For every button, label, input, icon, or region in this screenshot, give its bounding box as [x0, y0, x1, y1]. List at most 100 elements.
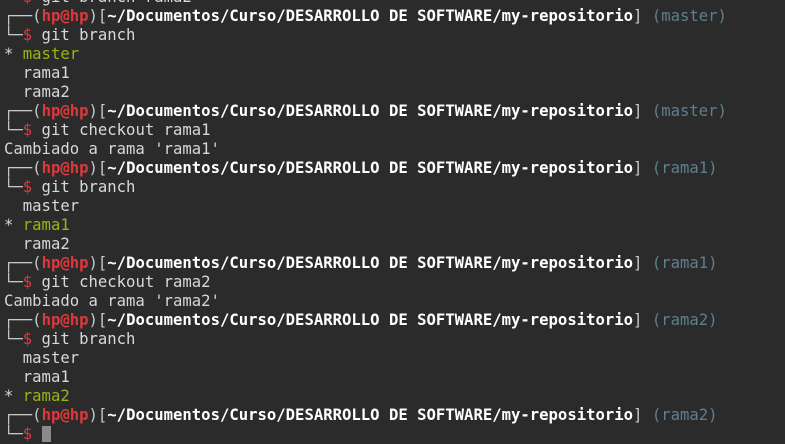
- current-branch-name: master: [22, 45, 80, 63]
- prompt-header-line: ┌──(hp@hp)[~/Documentos/Curso/DESARROLLO…: [4, 311, 785, 330]
- command-text: git branch rama2: [32, 0, 192, 6]
- prompt-bracket-open: )[: [88, 159, 108, 177]
- prompt-path: ~/Documentos/Curso/DESARROLLO DE SOFTWAR…: [107, 159, 634, 177]
- prompt-host: hp: [69, 406, 89, 424]
- prompt-user: hp: [41, 7, 61, 25]
- prompt-at: @: [60, 406, 70, 424]
- prompt-at: @: [60, 159, 70, 177]
- prompt-bracket-close: ]: [633, 311, 643, 329]
- prompt-symbol: $: [22, 425, 33, 443]
- output-line: master: [4, 197, 785, 216]
- prompt-path: ~/Documentos/Curso/DESARROLLO DE SOFTWAR…: [107, 7, 634, 25]
- prompt-path: ~/Documentos/Curso/DESARROLLO DE SOFTWAR…: [107, 102, 634, 120]
- prompt-user: hp: [41, 406, 61, 424]
- current-branch-marker: *: [4, 387, 23, 405]
- command-text: git branch: [32, 26, 136, 44]
- prompt-bracket-open: )[: [88, 311, 108, 329]
- prompt-git-branch: (master): [651, 7, 727, 25]
- branch-list-item-current: * rama2: [4, 387, 785, 406]
- prompt-tree-bottom: └─: [4, 121, 23, 139]
- prompt-at: @: [60, 7, 70, 25]
- current-branch-marker: *: [4, 216, 23, 234]
- prompt-host: hp: [69, 102, 89, 120]
- output-text: master: [4, 197, 80, 215]
- command-line: └─$ git checkout rama2: [4, 273, 785, 292]
- prompt-tree-bottom: └─: [4, 0, 23, 6]
- prompt-git-branch: (rama2): [651, 406, 718, 424]
- prompt-tree-bottom: └─: [4, 273, 23, 291]
- output-line: rama2: [4, 235, 785, 254]
- output-text: rama2: [4, 235, 70, 253]
- prompt-at: @: [60, 254, 70, 272]
- current-branch-name: rama2: [22, 387, 70, 405]
- output-line: rama2: [4, 83, 785, 102]
- prompt-tree-bottom: └─: [4, 26, 23, 44]
- prompt-bracket-open: )[: [88, 254, 108, 272]
- prompt-tree-bottom: └─: [4, 330, 23, 348]
- command-line: └─$ git branch rama2: [4, 0, 785, 7]
- prompt-git-branch: (rama1): [651, 254, 718, 272]
- prompt-path: ~/Documentos/Curso/DESARROLLO DE SOFTWAR…: [107, 311, 634, 329]
- prompt-tree-bottom: └─: [4, 178, 23, 196]
- command-text: git branch: [32, 178, 136, 196]
- output-line: Cambiado a rama 'rama1': [4, 140, 785, 159]
- prompt-user: hp: [41, 159, 61, 177]
- branch-list-item-current: * master: [4, 45, 785, 64]
- prompt-user: hp: [41, 311, 61, 329]
- output-line: Cambiado a rama 'rama2': [4, 292, 785, 311]
- prompt-input-line: └─$: [4, 425, 785, 444]
- prompt-path: ~/Documentos/Curso/DESARROLLO DE SOFTWAR…: [107, 406, 634, 424]
- prompt-symbol: $: [22, 330, 33, 348]
- prompt-tree-top: ┌──(: [4, 7, 42, 25]
- prompt-tree-top: ┌──(: [4, 102, 42, 120]
- prompt-git-branch: (rama2): [651, 311, 718, 329]
- prompt-symbol: $: [22, 273, 33, 291]
- prompt-tree-top: ┌──(: [4, 406, 42, 424]
- prompt-bracket-open: )[: [88, 406, 108, 424]
- prompt-header-line: ┌──(hp@hp)[~/Documentos/Curso/DESARROLLO…: [4, 159, 785, 178]
- output-text: Cambiado a rama 'rama1': [4, 140, 220, 158]
- prompt-host: hp: [69, 7, 89, 25]
- command-line: └─$ git checkout rama1: [4, 121, 785, 140]
- prompt-user: hp: [41, 102, 61, 120]
- output-text: rama1: [4, 368, 70, 386]
- prompt-symbol: $: [22, 26, 33, 44]
- prompt-bracket-close: ]: [633, 254, 643, 272]
- prompt-header-line: ┌──(hp@hp)[~/Documentos/Curso/DESARROLLO…: [4, 102, 785, 121]
- prompt-tree-top: ┌──(: [4, 254, 42, 272]
- command-line: └─$ git branch: [4, 178, 785, 197]
- prompt-git-branch: (rama1): [651, 159, 718, 177]
- command-text: git branch: [32, 330, 136, 348]
- prompt-at: @: [60, 311, 70, 329]
- command-text: git checkout rama2: [32, 273, 211, 291]
- prompt-tree-bottom: └─: [4, 425, 23, 443]
- branch-list-item-current: * rama1: [4, 216, 785, 235]
- prompt-symbol: $: [22, 121, 33, 139]
- output-line: rama1: [4, 368, 785, 387]
- cursor[interactable]: [41, 426, 51, 442]
- output-line: rama1: [4, 64, 785, 83]
- current-branch-marker: *: [4, 45, 23, 63]
- output-text: rama2: [4, 83, 70, 101]
- input-spacer[interactable]: [32, 425, 41, 443]
- prompt-symbol: $: [23, 0, 32, 6]
- terminal-output[interactable]: └─$ git branch rama2┌──(hp@hp)[~/Documen…: [4, 0, 785, 444]
- prompt-host: hp: [69, 311, 89, 329]
- prompt-host: hp: [69, 254, 89, 272]
- prompt-git-branch: (master): [651, 102, 727, 120]
- command-text: git checkout rama1: [32, 121, 211, 139]
- prompt-at: @: [60, 102, 70, 120]
- output-line: master: [4, 349, 785, 368]
- prompt-symbol: $: [22, 178, 33, 196]
- prompt-header-line: ┌──(hp@hp)[~/Documentos/Curso/DESARROLLO…: [4, 7, 785, 26]
- prompt-bracket-close: ]: [633, 159, 643, 177]
- output-text: master: [4, 349, 80, 367]
- prompt-bracket-open: )[: [88, 7, 108, 25]
- output-text: rama1: [4, 64, 70, 82]
- prompt-bracket-close: ]: [633, 406, 643, 424]
- output-text: Cambiado a rama 'rama2': [4, 292, 220, 310]
- prompt-tree-top: ┌──(: [4, 159, 42, 177]
- command-line: └─$ git branch: [4, 330, 785, 349]
- prompt-user: hp: [41, 254, 61, 272]
- command-line: └─$ git branch: [4, 26, 785, 45]
